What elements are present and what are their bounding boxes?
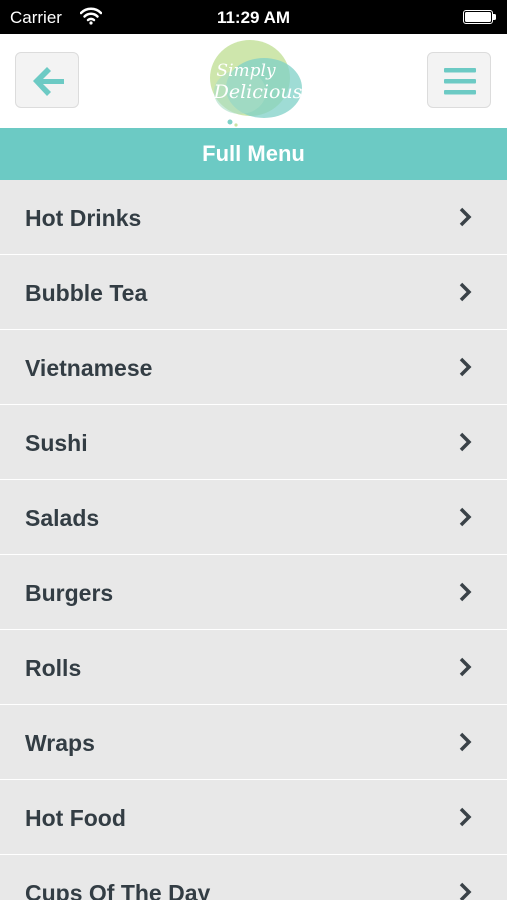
back-button[interactable] <box>15 52 79 108</box>
menu-item-vietnamese[interactable]: Vietnamese <box>0 330 507 405</box>
chevron-right-icon <box>459 207 472 227</box>
menu-item-wraps[interactable]: Wraps <box>0 705 507 780</box>
menu-item-label: Vietnamese <box>25 355 153 381</box>
chevron-right-icon <box>459 357 472 377</box>
chevron-right-icon <box>459 807 472 827</box>
battery-icon <box>463 10 497 24</box>
menu-item-sushi[interactable]: Sushi <box>0 405 507 480</box>
chevron-right-icon <box>459 732 472 752</box>
hamburger-menu-icon <box>444 68 476 95</box>
status-time: 11:29 AM <box>216 8 291 27</box>
menu-item-label: Rolls <box>25 655 82 681</box>
menu-item-label: Salads <box>25 505 100 531</box>
chevron-right-icon <box>459 432 472 452</box>
menu-item-hot-drinks[interactable]: Hot Drinks <box>0 180 507 255</box>
menu-item-label: Bubble Tea <box>25 280 148 306</box>
nav-bar: Simply Delicious <box>0 34 507 128</box>
menu-item-label: Hot Drinks <box>25 205 142 231</box>
page-title: Full Menu <box>0 128 507 180</box>
menu-item-label: Cups Of The Day <box>25 880 211 900</box>
menu-item-cups-of-the-day[interactable]: Cups Of The Day <box>0 855 507 900</box>
back-arrow-icon <box>33 67 64 96</box>
menu-item-salads[interactable]: Salads <box>0 480 507 555</box>
chevron-right-icon <box>459 507 472 527</box>
menu-item-label: Hot Food <box>25 805 126 831</box>
menu-item-label: Sushi <box>25 430 88 456</box>
menu-item-hot-food[interactable]: Hot Food <box>0 780 507 855</box>
chevron-right-icon <box>459 582 472 602</box>
logo-text-bottom: Delicious <box>213 81 303 103</box>
logo: Simply Delicious <box>210 40 303 127</box>
menu-item-label: Wraps <box>25 730 95 756</box>
menu-button[interactable] <box>427 52 491 108</box>
menu-list: Hot Drinks Bubble Tea Vietnamese Sushi S… <box>0 180 507 900</box>
menu-item-bubble-tea[interactable]: Bubble Tea <box>0 255 507 330</box>
chevron-right-icon <box>459 882 472 900</box>
menu-item-label: Burgers <box>25 580 114 606</box>
chevron-right-icon <box>459 282 472 302</box>
chevron-right-icon <box>459 657 472 677</box>
menu-item-burgers[interactable]: Burgers <box>0 555 507 630</box>
menu-item-rolls[interactable]: Rolls <box>0 630 507 705</box>
status-bar: Carrier 11:29 AM <box>0 0 507 34</box>
logo-text-top: Simply <box>216 61 276 81</box>
